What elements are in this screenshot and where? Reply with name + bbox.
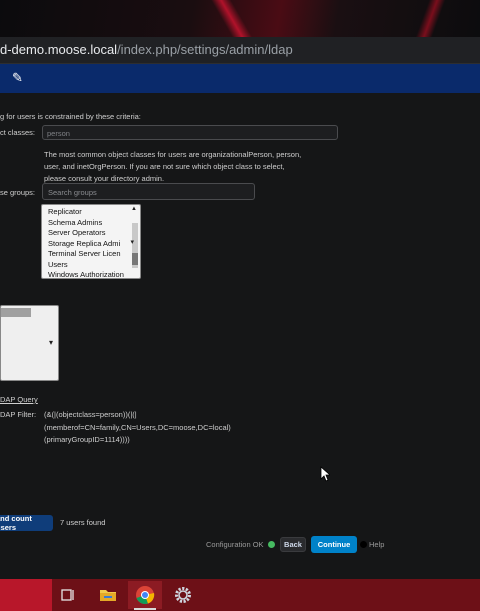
- criteria-text: g for users is constrained by these crit…: [0, 112, 141, 121]
- desktop-wallpaper: [0, 0, 480, 37]
- group-item[interactable]: Server Operators: [42, 228, 140, 239]
- group-item[interactable]: Storage Replica Admi: [42, 239, 140, 250]
- pencil-icon[interactable]: ✎: [12, 70, 23, 86]
- object-classes-label: ct classes:: [0, 128, 36, 137]
- address-bar[interactable]: d-demo.moose.local/index.php/settings/ad…: [0, 37, 480, 64]
- object-classes-help-line-2: user, and inetOrgPerson. If you are not …: [44, 162, 285, 171]
- help-icon[interactable]: [360, 541, 367, 548]
- object-classes-select[interactable]: person: [42, 125, 338, 140]
- ldap-users-panel: g for users is constrained by these crit…: [0, 93, 480, 579]
- object-classes-help-line-3: please consult your directory admin.: [44, 174, 165, 183]
- group-item[interactable]: Terminal Server Licen: [42, 249, 140, 260]
- active-app-indicator: [134, 608, 156, 610]
- scrollbar-thumb[interactable]: [132, 253, 138, 265]
- object-classes-help-line-1: The most common object classes for users…: [44, 150, 302, 159]
- chevron-down-icon[interactable]: ▾: [49, 338, 53, 347]
- ldap-filter-line-2: (memberof=CN=family,CN=Users,DC=moose,DC…: [44, 423, 231, 432]
- selected-groups-listbox[interactable]: ▾: [0, 305, 59, 381]
- groups-listbox[interactable]: Replicator Schema Admins Server Operator…: [41, 204, 141, 279]
- config-status-text: Configuration OK: [206, 540, 264, 549]
- object-classes-value: person: [47, 129, 70, 138]
- groups-search-input[interactable]: Search groups: [42, 183, 255, 200]
- taskbar-start-area[interactable]: [0, 579, 52, 611]
- ldap-filter-label: DAP Filter:: [0, 410, 37, 419]
- verify-count-users-label: and count users: [0, 514, 32, 532]
- users-found-text: 7 users found: [60, 518, 106, 527]
- continue-button[interactable]: Continue: [311, 536, 357, 553]
- back-button-label: Back: [284, 540, 302, 549]
- edit-ldap-query-link[interactable]: DAP Query: [0, 395, 38, 404]
- mouse-cursor-icon: [320, 466, 330, 482]
- task-view-icon[interactable]: [58, 585, 78, 605]
- groups-search-placeholder: Search groups: [48, 188, 97, 197]
- group-item[interactable]: Replicator: [42, 207, 140, 218]
- ldap-filter-line-3: (primaryGroupID=1114)))): [44, 435, 130, 444]
- group-item[interactable]: Users: [42, 260, 140, 271]
- selected-group-highlight[interactable]: [1, 308, 31, 317]
- ldap-filter-line-1: (&(|(objectclass=person))(|(|: [44, 410, 137, 419]
- continue-button-label: Continue: [317, 540, 351, 549]
- group-item[interactable]: Schema Admins: [42, 218, 140, 229]
- file-explorer-icon[interactable]: [98, 585, 118, 605]
- chevron-down-icon[interactable]: ▾: [130, 238, 134, 246]
- verify-count-users-button[interactable]: and count users: [0, 514, 53, 532]
- url-path: /index.php/settings/admin/ldap: [117, 42, 293, 57]
- back-button[interactable]: Back: [280, 537, 306, 552]
- status-ok-dot-icon: [268, 541, 275, 548]
- chrome-icon[interactable]: [135, 585, 155, 605]
- help-link[interactable]: Help: [369, 540, 384, 549]
- settings-gear-icon[interactable]: [173, 585, 193, 605]
- groups-label: se groups:: [0, 188, 36, 197]
- scroll-up-icon[interactable]: ▲: [131, 206, 137, 212]
- taskbar: [0, 579, 480, 611]
- app-header: ✎: [0, 64, 480, 93]
- url-host: d-demo.moose.local: [0, 42, 118, 57]
- group-item[interactable]: Windows Authorization: [42, 270, 140, 278]
